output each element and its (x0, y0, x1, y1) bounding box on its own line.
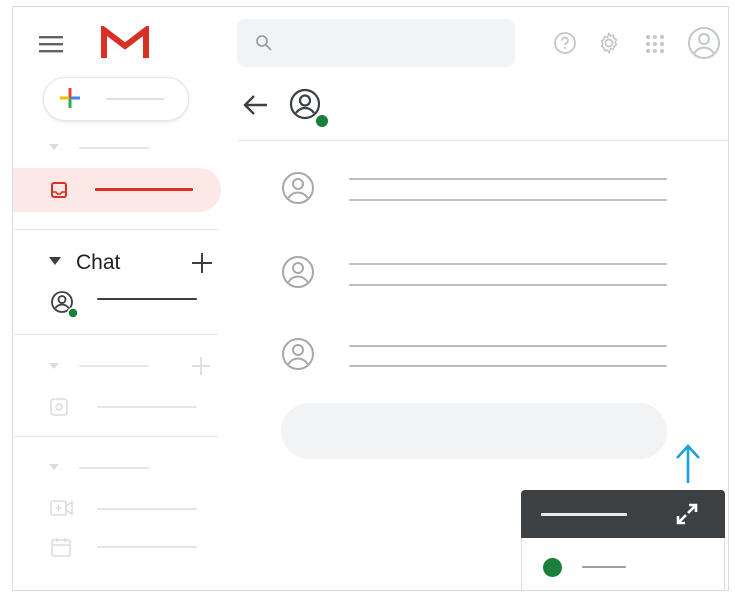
video-camera-icon[interactable] (50, 499, 74, 517)
popup-contact-placeholder (582, 566, 626, 568)
message-line-placeholder (349, 365, 667, 367)
inbox-icon (51, 182, 67, 198)
arrow-up-icon (675, 443, 701, 485)
chat-section-title: Chat (76, 251, 121, 274)
chat-popup-body (521, 538, 725, 590)
back-arrow-icon[interactable] (241, 93, 269, 117)
sender-avatar-icon (281, 171, 315, 205)
gmail-logo[interactable] (101, 26, 149, 60)
sender-avatar-icon (281, 337, 315, 371)
sidebar-divider (13, 229, 219, 230)
compose-label-placeholder (106, 98, 164, 100)
search-icon[interactable] (255, 34, 273, 52)
meet-caret-down-icon[interactable] (49, 464, 59, 472)
online-status-dot (543, 558, 562, 577)
compose-button[interactable] (43, 77, 189, 121)
message-line-placeholder (349, 284, 667, 286)
message-input[interactable] (281, 403, 667, 459)
hamburger-menu-icon[interactable] (39, 35, 63, 53)
help-icon[interactable] (553, 31, 577, 55)
room-name-placeholder (97, 406, 197, 408)
new-meeting-placeholder (97, 508, 197, 510)
join-meeting-placeholder (97, 546, 197, 548)
new-chat-plus-icon[interactable] (191, 252, 213, 274)
message-item (281, 333, 681, 377)
room-icon[interactable] (50, 398, 68, 416)
chat-contact-name-placeholder (97, 298, 197, 300)
message-line-placeholder (349, 178, 667, 180)
chat-popup-header[interactable] (521, 490, 725, 538)
message-line-placeholder (349, 345, 667, 347)
meet-title-placeholder (79, 467, 149, 469)
sidebar-placeholder-line (79, 147, 149, 149)
sender-avatar-icon (281, 255, 315, 289)
message-item (281, 167, 681, 211)
rooms-title-placeholder (79, 365, 149, 367)
gmail-window: Chat (12, 6, 729, 591)
chat-caret-down-icon[interactable] (49, 257, 61, 266)
apps-grid-icon[interactable] (645, 34, 665, 54)
account-avatar-icon[interactable] (687, 26, 721, 60)
sidebar-item-inbox[interactable] (13, 168, 221, 212)
conversation-avatar-icon[interactable] (287, 86, 333, 132)
conversation-header-divider (237, 140, 728, 141)
message-item (281, 251, 681, 295)
settings-gear-icon[interactable] (597, 31, 621, 55)
caret-down-icon[interactable] (49, 144, 59, 152)
rooms-caret-down-icon[interactable] (49, 363, 59, 371)
message-line-placeholder (349, 199, 667, 201)
expand-icon[interactable] (675, 502, 699, 526)
sidebar-divider (13, 436, 219, 437)
compose-plus-icon (59, 87, 81, 109)
message-line-placeholder (349, 263, 667, 265)
new-room-plus-icon[interactable] (191, 356, 211, 376)
sidebar-divider (13, 334, 219, 335)
inbox-label-placeholder (95, 188, 193, 191)
popup-title-placeholder (541, 513, 627, 516)
search-bar[interactable] (237, 19, 515, 67)
calendar-icon[interactable] (51, 537, 71, 557)
chat-contact-avatar-icon[interactable] (50, 290, 80, 320)
